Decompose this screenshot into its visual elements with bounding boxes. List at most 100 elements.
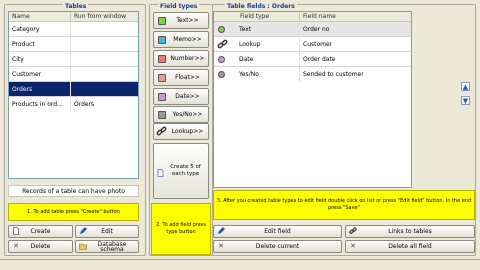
fields-col-name[interactable]: Field name [300,12,411,22]
date-type-dot-icon [218,56,225,63]
table-fields-title: Table fields : Orders [225,3,297,10]
memo-type-button[interactable]: Memo>> [153,31,209,48]
field-row-name: Customer [300,37,411,52]
links-to-tables-button[interactable]: Links to tables [345,225,475,238]
table-row-run [71,22,138,37]
create-five-label: Create 5 of each type [170,164,201,177]
move-up-button[interactable]: ▲ [461,82,470,91]
delete-table-button[interactable]: ✕ Delete [8,240,73,253]
delete-all-fields-label: Delete all field [388,243,432,250]
table-row-name: Product [9,37,71,52]
field-row-type: Lookup [236,37,300,52]
field-row-name: Order date [300,52,411,67]
table-row[interactable]: Product [9,37,138,52]
memo-color-swatch [158,36,166,44]
text-type-label: Text>> [176,17,199,24]
delete-all-fields-button[interactable]: ✕ Delete all field [345,240,475,253]
yesno-type-button[interactable]: Yes/No>> [153,106,209,123]
tables-hint: 1. To add table press "Create" button [8,203,139,221]
tables-group-title: Tables [63,3,89,10]
tables-col-name[interactable]: Name [9,12,71,22]
link-icon [156,126,167,139]
folder-icon [79,242,87,250]
table-row[interactable]: Products in ord... Orders [9,97,138,112]
tables-grid[interactable]: Name Run from window Category Product Ci… [8,11,139,179]
table-row-run [71,67,138,82]
field-row[interactable]: Yes/No Sended to customer [214,67,411,82]
text-color-swatch [158,17,166,25]
number-type-button[interactable]: Number>> [153,50,209,67]
table-row-run [71,82,138,97]
table-row[interactable]: Customer [9,67,138,82]
number-color-swatch [158,55,166,63]
table-row-name: City [9,52,71,67]
fields-col-type[interactable]: Field type [214,12,300,22]
text-type-dot-icon [218,26,225,33]
table-row-run [71,37,138,52]
table-row[interactable]: City [9,52,138,67]
bottom-divider [0,259,480,270]
move-down-button[interactable]: ▼ [461,96,470,105]
field-row-name: Sended to customer [300,67,411,82]
yesno-type-dot-icon [218,71,225,78]
delete-x-icon: ✕ [350,242,356,250]
field-row-type: Date [236,52,300,67]
table-row-run [71,52,138,67]
memo-type-label: Memo>> [173,36,202,43]
photo-note: Records of a table can have photo [8,185,139,197]
table-fields-grid[interactable]: Field type Field name Text Order no Look… [213,11,412,188]
link-icon [217,39,228,52]
edit-table-label: Edit [101,228,113,235]
float-type-button[interactable]: Float>> [153,69,209,86]
date-type-button[interactable]: Date>> [153,88,209,105]
float-type-label: Float>> [175,74,200,81]
delete-table-label: Delete [30,243,51,250]
field-row-type: Yes/No [236,67,300,82]
date-color-swatch [158,93,166,101]
edit-field-button[interactable]: Edit field [213,225,342,238]
new-document-icon [12,227,20,235]
lookup-type-label: Lookup>> [171,128,204,135]
delete-current-label: Delete current [255,243,300,250]
create-table-label: Create [30,228,51,235]
delete-x-icon: ✕ [13,242,19,250]
arrow-up-icon: ▲ [462,83,469,91]
links-to-tables-label: Links to tables [388,228,432,235]
field-row[interactable]: Lookup Customer [214,37,411,52]
database-schema-label: Database schema [97,241,127,253]
edit-table-button[interactable]: Edit [75,225,139,238]
table-row-run: Orders [71,97,138,112]
field-row-name: Order no [300,22,411,37]
table-row-name: Products in ord... [9,97,71,112]
new-document-icon [157,169,164,179]
table-fields-hint: 3. After you created table types to edit… [213,190,475,220]
tables-col-run[interactable]: Run from window [71,12,138,22]
delete-current-button[interactable]: ✕ Delete current [213,240,342,253]
field-row[interactable]: Text Order no [214,22,411,37]
field-types-hint: 2. To add field press type button [151,203,211,255]
table-row-name: Category [9,22,71,37]
float-color-swatch [158,74,166,82]
number-type-label: Number>> [170,55,205,62]
database-schema-button[interactable]: Database schema [75,240,139,253]
lookup-type-button[interactable]: Lookup>> [153,123,209,140]
yesno-type-label: Yes/No>> [172,111,203,118]
arrow-down-icon: ▼ [462,97,469,105]
create-table-button[interactable]: Create [8,225,73,238]
yesno-color-swatch [158,111,166,119]
field-types-title: Field types [158,3,200,10]
text-type-button[interactable]: Text>> [153,12,209,29]
edit-field-label: Edit field [264,228,291,235]
table-row-name: Customer [9,67,71,82]
pen-icon [217,227,225,235]
field-row[interactable]: Date Order date [214,52,411,67]
delete-x-icon: ✕ [218,242,224,250]
table-row-name: Orders [9,82,71,97]
create-five-button[interactable]: Create 5 of each type [153,143,209,199]
table-row-selected[interactable]: Orders [9,82,138,97]
date-type-label: Date>> [175,93,200,100]
link-icon [349,227,357,235]
table-row[interactable]: Category [9,22,138,37]
pen-icon [79,227,87,235]
field-row-type: Text [236,22,300,37]
